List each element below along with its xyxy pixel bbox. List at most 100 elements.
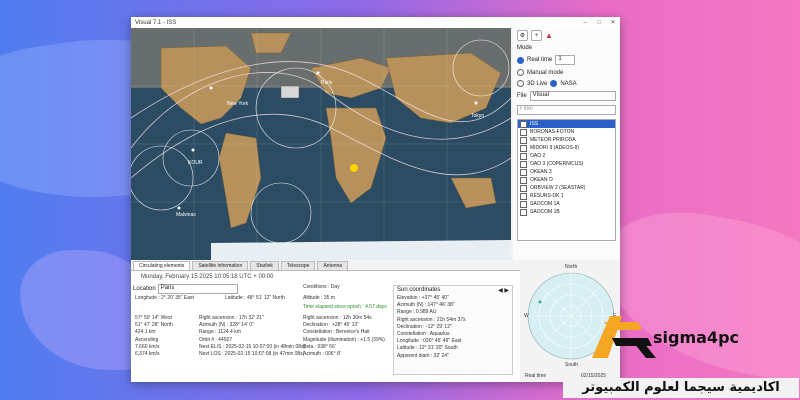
time-elapsed: Time elapsed since epoch : 4.57 days [303,304,387,310]
tab-starlink[interactable]: Starlink [250,261,279,270]
city-label: Tokyo [471,113,485,119]
world-map[interactable] [131,28,511,260]
value-latitude: 51° 47' 28" North [135,322,173,329]
value-declination: Declination : +28° 45' 10" [303,322,360,329]
value-range: Range : 1124.4 km [199,329,241,336]
satellite-name: ISS [530,121,539,127]
sun-coordinates-box: Sun coordinates ◀ ▶ Elevation : +37° 45'… [393,285,513,375]
list-item[interactable]: BORONAS-FOTON [518,128,615,136]
realtime-value[interactable]: 1 [555,55,576,65]
tab-circulating-elements[interactable]: Circulating elements [133,261,191,270]
list-item[interactable]: RESURS-DK 1 [518,192,615,200]
satellite-name: METEOR PRIRODA [530,137,576,143]
checkbox[interactable] [520,136,527,144]
mode-label: Mode [517,45,533,51]
checkbox[interactable] [520,152,527,160]
next-icon[interactable]: ▶ [504,288,509,294]
file-select[interactable]: Visual [529,91,616,101]
satellite-name: ORBVIEW 2 (SEASTAR) [530,185,586,191]
minimize-icon[interactable]: – [578,20,592,26]
satellite-name: MIDORI II (ADEOS-II) [530,145,579,151]
value-sky-ra: Right ascension : 12h 36m 54s [303,315,372,321]
tab-telescope[interactable]: Telescope [280,261,316,270]
satellite-list[interactable]: ISS BORONAS-FOTON METEOR PRIRODA MIDORI … [517,119,616,241]
add-icon[interactable]: + [531,30,542,41]
value-beta: Beta : 038° 56' [303,343,336,350]
settings-icon[interactable]: ⚙ [517,30,528,41]
satellite-name: OKEAN O [530,177,553,183]
filter-input[interactable]: Filter [517,105,616,115]
control-panel: ⚙ + ▲ Mode Real time 1 Manual mode 3D Li… [513,28,620,260]
checkbox[interactable] [520,144,527,152]
list-item[interactable]: MIDORI II (ADEOS-II) [518,144,615,152]
rocket-icon[interactable]: ▲ [545,31,553,40]
checkbox[interactable] [520,184,527,192]
list-item[interactable]: ISS [518,120,615,128]
close-icon[interactable]: ✕ [606,19,620,26]
file-label: File [517,93,527,99]
list-item[interactable]: OKEAN 3 [518,168,615,176]
satellite-name: OAO 2 [530,153,546,159]
list-item[interactable]: OKEAN O [518,176,615,184]
sun-longitude: Longitude : 030° 45' 49" East [397,338,462,345]
brand-arabic-tagline: اكاديمية سيجما لعلوم الكمبيوتر [563,378,799,398]
list-item[interactable]: OAO 2 [518,152,615,160]
checkbox[interactable] [520,120,527,128]
tab-antenna[interactable]: Antenna [317,261,349,270]
city-label: Paris [321,80,333,86]
checkbox[interactable] [520,192,527,200]
checkbox[interactable] [520,160,527,168]
source-nasa-label: NASA [560,80,577,87]
observer-latitude: Latitude : 48° 51' 12" North [225,295,285,301]
list-item[interactable]: SAOCOM 1B [518,208,615,216]
realtime-label: Real time [527,57,553,63]
manual-mode-label: Manual mode [527,69,564,76]
value-magnitude: Magnitude (illumination) : +1.5 (39%) [303,336,385,343]
location-select[interactable]: Paris [157,284,238,294]
satellite-sky: Right ascension : 12h 36m 54s Declinatio… [303,315,385,358]
sun-right-ascension: Right ascension : 21h 54m 37s [397,316,466,323]
satellite-tracker-window: Visual 7.1 - ISS – □ ✕ New York Paris To… [131,17,620,382]
prev-icon[interactable]: ◀ [498,288,503,294]
satellite-name: OKEAN 3 [530,169,552,175]
value-sky-azimuth: Azimuth : 006° 8' [303,351,341,358]
city-label: Malvinas [176,212,196,218]
value-direction: Ascending [135,336,159,343]
value-velocity: 7.660 km/s [135,343,160,350]
value-altitude: 424.1 km [135,329,156,336]
satellite-name: SAOCOM 1A [530,201,560,207]
checkbox[interactable] [520,200,527,208]
value-azimuth: Azimuth (N) : 328° 14' 0" [199,322,254,329]
list-item[interactable]: ORBVIEW 2 (SEASTAR) [518,184,615,192]
tab-satellite-information[interactable]: Satellite information [192,261,249,270]
brand-name: sigma4pc [653,328,739,347]
checkbox[interactable] [520,208,527,216]
realtime-radio[interactable] [517,56,524,64]
list-item[interactable]: METEOR PRIRODA [518,136,615,144]
value-range-rate: 6,374 km/s [135,351,160,358]
checkbox[interactable] [520,168,527,176]
value-next-els: Next EL/S : 2025-02-15 10:07:00 (in 48mi… [199,343,306,350]
sun-range: Range : 0.989 AU [397,309,437,316]
list-item[interactable]: OAO 3 (COPERNICUS) [518,160,615,168]
sun-coordinates-title: Sun coordinates [397,287,441,293]
value-orbit: Orbit # : 44927 [199,336,233,343]
radar-west-label: W [524,313,529,319]
maximize-icon[interactable]: □ [592,20,606,26]
value-longitude: 57° 50' 14" West [135,315,172,321]
source-3d-radio[interactable] [517,80,524,87]
checkbox[interactable] [520,176,527,184]
value-constellation: Constellation : Berenice's Hair [303,329,370,336]
current-date: Monday, February 15 2025 10:05:18 UTC + … [141,274,274,280]
observer-altitude: Altitude : 35 m [303,295,335,301]
sun-declination: Declination : -12° 29' 12" [397,323,452,330]
sun-azimuth: Azimuth (N) : 147° 46' 38" [397,302,455,309]
sun-constellation: Constellation : Aquarius [397,331,450,338]
list-item[interactable]: SAOCOM 1A [518,200,615,208]
sun-apparent-diameter: Apparent diam : 32' 24" [397,352,449,359]
radar-north-label: North [565,264,578,270]
conditions: Conditions : Day [303,284,340,290]
checkbox[interactable] [520,128,527,136]
manual-mode-radio[interactable] [517,69,524,76]
source-nasa-radio[interactable] [550,80,558,87]
